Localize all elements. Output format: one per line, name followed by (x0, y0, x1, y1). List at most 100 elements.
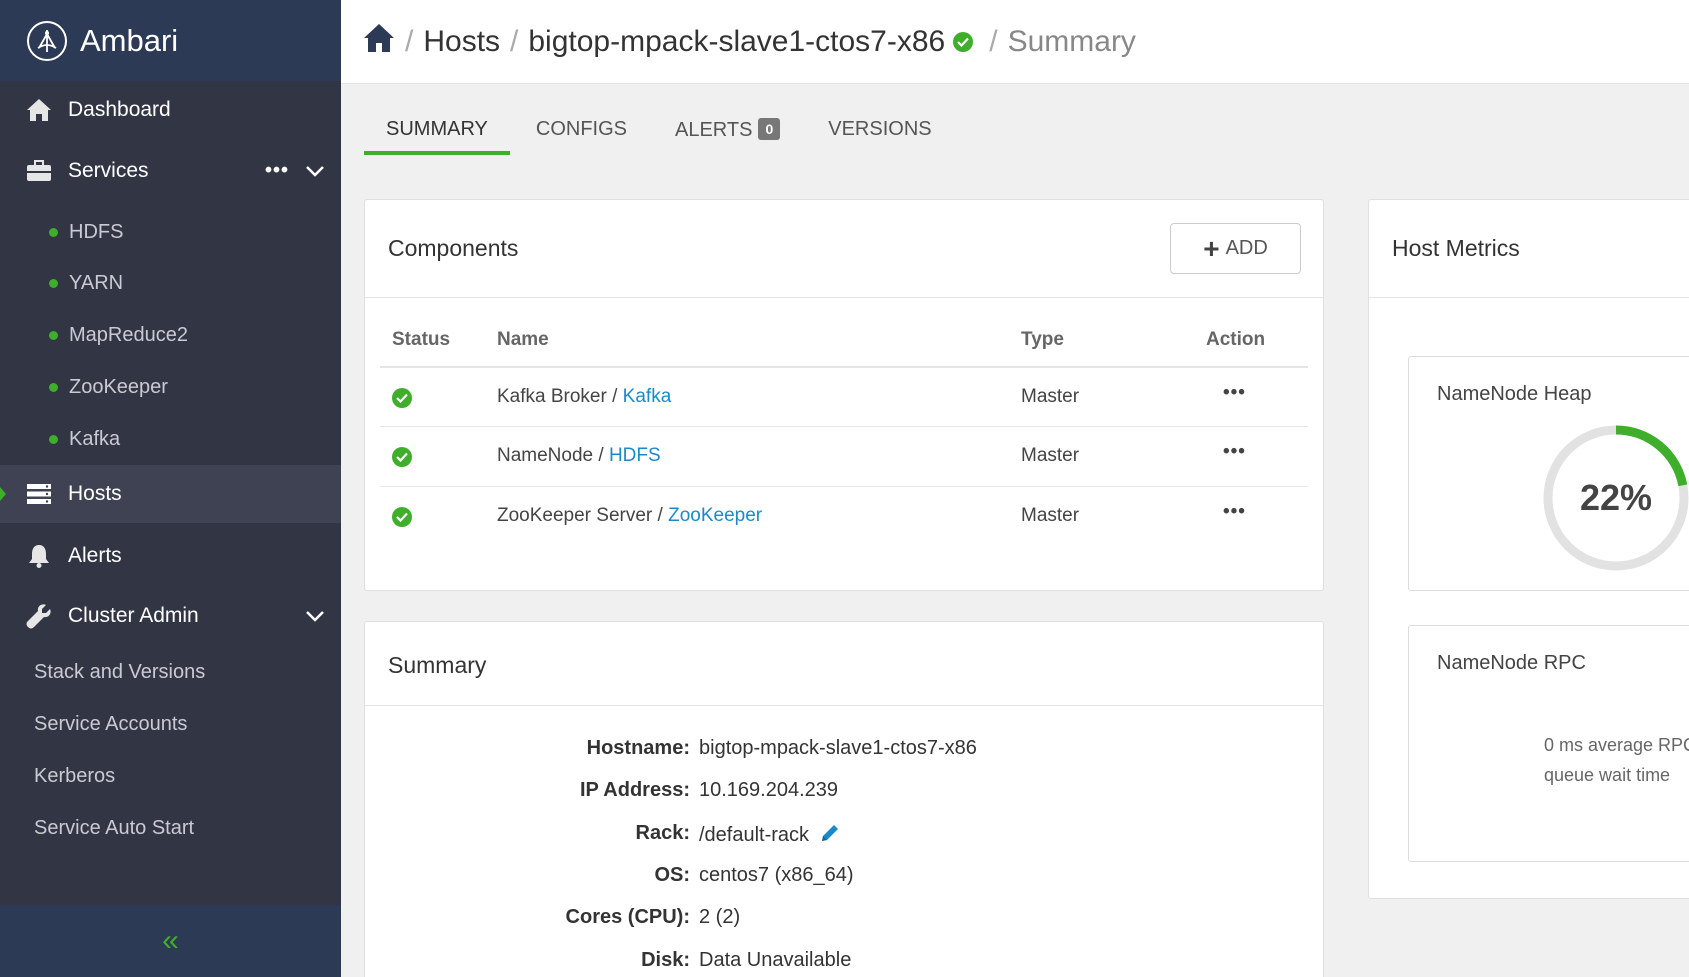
sidebar-item-dashboard[interactable]: Dashboard (0, 82, 341, 138)
ambari-logo-icon (27, 20, 67, 61)
table-row: NameNode / HDFS Master ••• (380, 426, 1308, 485)
components-title: Components (388, 235, 519, 261)
component-type: Master (1021, 445, 1080, 466)
sidebar-admin-service-accounts[interactable]: Service Accounts (34, 713, 187, 736)
action-menu-icon[interactable]: ••• (1223, 501, 1246, 523)
tab-alerts[interactable]: ALERTS 0 (653, 112, 802, 155)
namenode-rpc-card[interactable]: NameNode RPC 0 ms average RPC queue wait… (1408, 625, 1689, 862)
summary-title: Summary (388, 652, 487, 678)
host-metrics-header: Host Metrics (1369, 200, 1689, 298)
breadcrumb-separator: / (989, 24, 998, 58)
tab-versions[interactable]: VERSIONS (806, 112, 953, 155)
summary-rack: /default-rack (699, 822, 841, 850)
component-type: Master (1021, 505, 1080, 526)
wrench-icon (24, 601, 54, 631)
component-label: ZooKeeper Server (497, 505, 653, 526)
chevron-down-icon[interactable] (305, 604, 325, 628)
breadcrumb-current: Summary (1007, 24, 1136, 58)
column-header-status: Status (392, 329, 451, 350)
table-row: ZooKeeper Server / ZooKeeper Master ••• (380, 486, 1308, 545)
check-circle-icon (392, 388, 412, 408)
add-label: ADD (1225, 237, 1268, 259)
component-name: ZooKeeper Server / ZooKeeper (497, 505, 763, 526)
brand-name: Ambari (80, 22, 179, 58)
sidebar-item-cluster-admin[interactable]: Cluster Admin (0, 588, 341, 644)
sidebar-item-alerts[interactable]: Alerts (0, 528, 341, 584)
sidebar-item-label: Cluster Admin (68, 604, 199, 627)
add-component-button[interactable]: + ADD (1170, 223, 1301, 274)
table-row: Kafka Broker / Kafka Master ••• (380, 366, 1308, 425)
action-menu-icon[interactable]: ••• (1223, 382, 1246, 404)
bell-icon (24, 541, 54, 571)
status-dot-icon (49, 278, 58, 288)
summary-panel: Summary (364, 621, 1324, 977)
component-name: NameNode / HDFS (497, 445, 661, 466)
summary-hostname: bigtop-mpack-slave1-ctos7-x86 (699, 737, 977, 759)
breadcrumb: / Hosts / bigtop-mpack-slave1-ctos7-x86 … (341, 0, 1689, 84)
summary-os: centos7 (x86_64) (699, 864, 854, 886)
label: Cores (CPU): (565, 906, 690, 928)
services-more-icon[interactable]: ••• (265, 160, 289, 183)
column-header-action: Action (1206, 329, 1266, 350)
namenode-heap-value: 22% (1579, 477, 1653, 518)
check-circle-icon (953, 31, 974, 52)
service-link[interactable]: HDFS (609, 445, 661, 466)
breadcrumb-hosts[interactable]: Hosts (423, 25, 500, 59)
rpc-line2: queue wait time (1544, 765, 1671, 785)
breadcrumb-separator: / (510, 24, 519, 58)
label: Hostname: (586, 737, 690, 759)
namenode-rpc-title: NameNode RPC (1437, 652, 1586, 674)
pencil-icon[interactable] (819, 822, 841, 850)
sidebar-admin-kerberos[interactable]: Kerberos (34, 765, 115, 788)
components-panel-header: Components + ADD (365, 200, 1323, 298)
collapse-sidebar-button[interactable]: « (0, 905, 341, 977)
breadcrumb-host[interactable]: bigtop-mpack-slave1-ctos7-x86 (528, 25, 945, 59)
service-link[interactable]: ZooKeeper (668, 505, 762, 526)
sidebar-service-yarn[interactable]: YARN (0, 263, 341, 303)
sidebar-service-hdfs[interactable]: HDFS (0, 212, 341, 252)
summary-ip: 10.169.204.239 (699, 779, 839, 801)
action-menu-icon[interactable]: ••• (1223, 441, 1246, 463)
host-tabs: SUMMARY CONFIGS ALERTS 0 VERSIONS (364, 112, 958, 155)
brand[interactable]: Ambari (0, 0, 341, 81)
namenode-heap-title: NameNode Heap (1437, 383, 1592, 405)
sidebar-admin-stack-versions[interactable]: Stack and Versions (34, 661, 205, 684)
sidebar-item-services[interactable]: Services ••• (0, 143, 341, 199)
tab-summary[interactable]: SUMMARY (364, 112, 510, 155)
status-dot-icon (49, 227, 58, 237)
label: IP Address: (579, 779, 690, 801)
chevron-down-icon[interactable] (305, 159, 325, 183)
home-icon (24, 95, 54, 125)
label: Disk: (641, 949, 690, 971)
double-chevron-left-icon: « (162, 924, 179, 957)
namenode-heap-card[interactable]: NameNode Heap 22% (1408, 356, 1689, 591)
namenode-rpc-text: 0 ms average RPC queue wait time (1544, 730, 1689, 790)
label: Rack: (635, 822, 690, 844)
sidebar-item-label: Hosts (68, 482, 122, 505)
component-type: Master (1021, 386, 1080, 407)
sidebar-item-label: Dashboard (68, 98, 171, 121)
server-icon (24, 479, 54, 509)
summary-disk: Data Unavailable (699, 949, 852, 971)
host-metrics-title: Host Metrics (1392, 235, 1520, 261)
sidebar-item-hosts[interactable]: Hosts (0, 465, 341, 523)
rpc-line1: 0 ms average RPC (1544, 735, 1689, 755)
sidebar-service-kafka[interactable]: Kafka (0, 419, 341, 459)
tab-configs[interactable]: CONFIGS (514, 112, 649, 155)
home-icon[interactable] (363, 23, 395, 61)
component-name: Kafka Broker / Kafka (497, 386, 672, 407)
column-header-type: Type (1021, 329, 1064, 350)
rack-value: /default-rack (699, 824, 810, 846)
service-link[interactable]: Kafka (623, 386, 672, 407)
sidebar-admin-service-auto-start[interactable]: Service Auto Start (34, 817, 194, 840)
column-header-name: Name (497, 329, 549, 350)
status-dot-icon (49, 434, 58, 444)
component-label: Kafka Broker (497, 386, 607, 407)
status-dot-icon (49, 330, 58, 340)
check-circle-icon (392, 507, 412, 527)
summary-cores: 2 (2) (699, 906, 741, 928)
sidebar-service-zookeeper[interactable]: ZooKeeper (0, 367, 341, 407)
sidebar-service-mapreduce2[interactable]: MapReduce2 (0, 315, 341, 355)
sidebar-item-label: Alerts (68, 544, 122, 567)
sidebar: Ambari Dashboard Services ••• HDFS YARN … (0, 0, 341, 977)
